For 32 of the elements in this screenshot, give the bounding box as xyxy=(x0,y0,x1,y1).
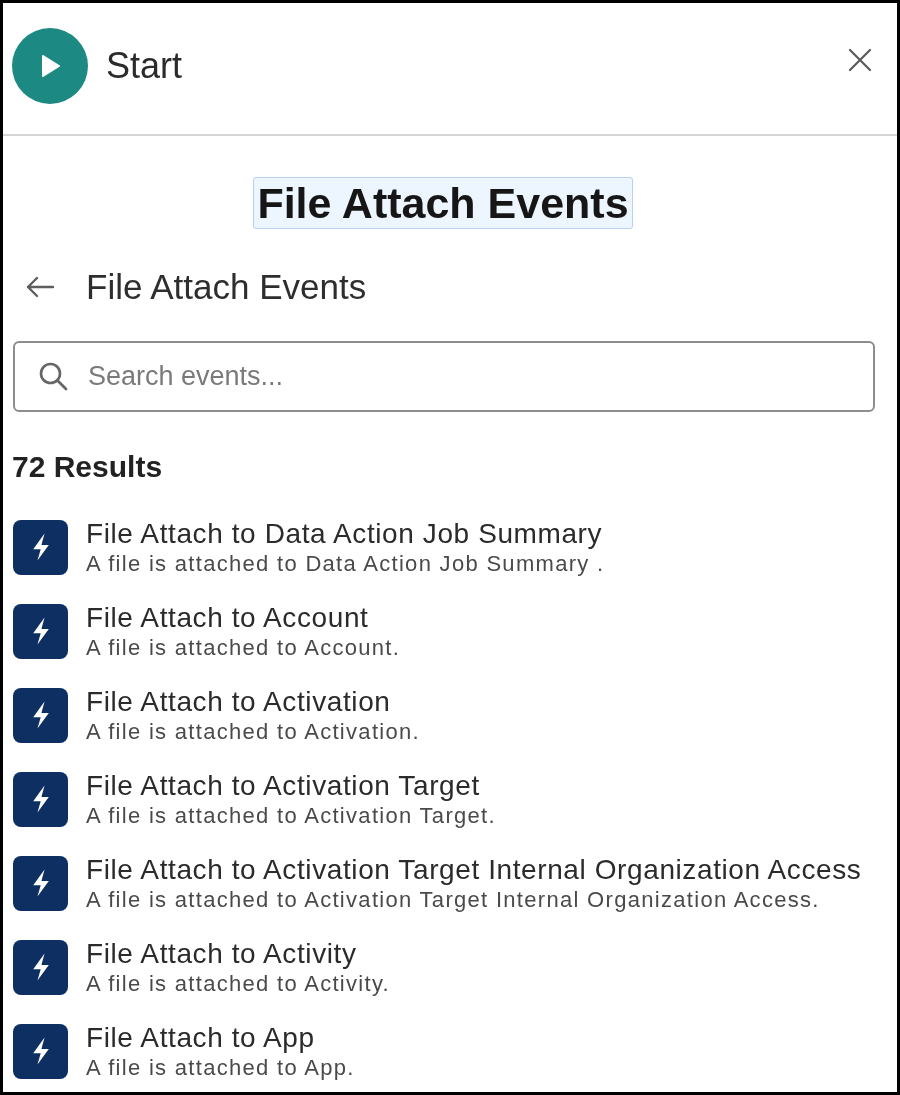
event-title[interactable]: File Attach to Activation Target Internal Organization Access xyxy=(86,852,862,886)
event-title[interactable]: File Attach to Data Action Job Summary xyxy=(86,516,605,550)
event-title[interactable]: File Attach to Activation Target xyxy=(86,768,496,802)
page-title: File Attach Events xyxy=(253,177,633,229)
breadcrumb-title: File Attach Events xyxy=(86,267,367,307)
event-description: A file is attached to Activation Target Internal Organization Access. xyxy=(86,885,821,914)
lightning-icon xyxy=(13,687,68,743)
event-description: A file is attached to Activation Target. xyxy=(86,801,496,830)
event-title[interactable]: File Attach to Activation xyxy=(86,684,420,718)
back-arrow-icon xyxy=(25,276,55,298)
lightning-icon xyxy=(13,519,68,575)
back-button[interactable] xyxy=(25,276,55,298)
lightning-icon xyxy=(13,771,68,827)
event-title[interactable]: File Attach to Activity xyxy=(86,936,391,970)
close-icon xyxy=(848,48,872,72)
results-count: 72 Results xyxy=(12,450,163,483)
play-icon xyxy=(12,28,88,104)
search-field[interactable]: Search events... xyxy=(13,341,875,412)
close-button[interactable] xyxy=(848,48,872,72)
lightning-icon xyxy=(13,603,68,659)
lightning-icon xyxy=(13,855,68,911)
event-title[interactable]: File Attach to Account xyxy=(86,600,401,634)
event-description: A file is attached to Activation. xyxy=(86,717,420,746)
search-icon xyxy=(38,361,68,391)
event-title[interactable]: File Attach to App xyxy=(86,1020,355,1054)
lightning-icon xyxy=(13,1023,68,1079)
event-description: A file is attached to Account. xyxy=(86,633,401,662)
lightning-icon xyxy=(13,939,68,995)
event-description: A file is attached to App. xyxy=(86,1053,355,1082)
event-description: A file is attached to Activity. xyxy=(86,969,391,998)
header-title: Start xyxy=(106,45,183,87)
event-description: A file is attached to Data Action Job Summary . xyxy=(86,549,605,578)
